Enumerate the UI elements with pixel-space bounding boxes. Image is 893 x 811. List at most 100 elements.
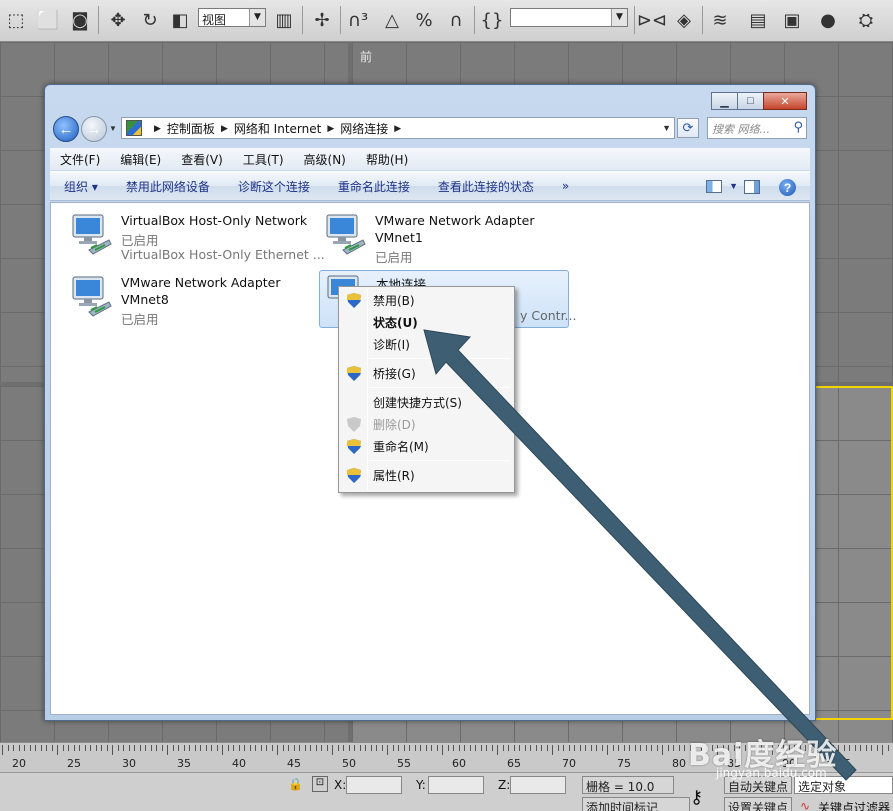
menu-item-disable[interactable]: 禁用(B) xyxy=(341,289,512,311)
crumb-network-connections[interactable]: 网络连接 xyxy=(340,120,388,137)
change-view-icon[interactable] xyxy=(706,180,722,193)
view-status-button[interactable]: 查看此连接的状态 xyxy=(424,178,548,195)
key-filter-button[interactable]: 关键点过滤器 xyxy=(818,799,890,811)
angle-snap-icon[interactable]: △ xyxy=(378,6,406,34)
crumb-arrow-icon[interactable]: ▶ xyxy=(394,123,401,134)
menu-item-label: 创建快捷方式(S) xyxy=(373,395,462,410)
connection-status: 已启用 xyxy=(375,250,413,265)
organize-button[interactable]: 组织 ▾ xyxy=(50,178,112,195)
crumb-arrow-icon[interactable]: ▶ xyxy=(154,123,161,134)
search-input[interactable]: 搜索 网络... ⚲ xyxy=(707,117,807,139)
percent-snap-icon[interactable]: % xyxy=(410,6,438,34)
menu-item-create-shortcut[interactable]: 创建快捷方式(S) xyxy=(341,391,512,413)
ruler-label: 80 xyxy=(672,757,686,770)
crumb-network-internet[interactable]: 网络和 Internet xyxy=(234,120,321,137)
forward-button[interactable]: → xyxy=(81,116,107,142)
set-key-button[interactable]: 设置关键点 xyxy=(724,797,792,811)
menu-item-bridge[interactable]: 桥接(G) xyxy=(341,362,512,384)
ruler-tick xyxy=(640,745,641,751)
connection-device: y Contr... xyxy=(520,308,577,323)
ruler-tick xyxy=(255,745,256,751)
rotate-icon[interactable]: ↻ xyxy=(136,6,164,34)
ruler-tick xyxy=(475,745,476,751)
snap-3d-icon[interactable]: ∩³ xyxy=(344,6,372,34)
select-icon[interactable]: ⬚ xyxy=(2,6,30,34)
crumb-control-panel[interactable]: 控制面板 xyxy=(167,120,215,137)
ruler-tick xyxy=(271,745,273,751)
z-coord-field[interactable] xyxy=(510,776,566,794)
crumb-arrow-icon[interactable]: ▶ xyxy=(221,123,228,134)
add-time-tag-button[interactable]: 添加时间标记 xyxy=(582,797,690,811)
scale-icon[interactable]: ◧ xyxy=(166,6,194,34)
pivot-icon[interactable]: ▥ xyxy=(270,6,298,34)
material-editor-icon[interactable]: ● xyxy=(814,6,842,34)
rename-connection-button[interactable]: 重命名此连接 xyxy=(324,178,424,195)
ruler-tick xyxy=(480,745,482,751)
recent-pages-dropdown[interactable]: ▼ xyxy=(109,124,117,133)
menu-help[interactable]: 帮助(H) xyxy=(356,151,418,168)
ruler-tick xyxy=(222,745,223,755)
key-icon[interactable]: ⚷ xyxy=(690,787,703,808)
ruler-tick xyxy=(189,745,190,751)
mirror-icon[interactable]: ⊳⊲ xyxy=(637,6,667,34)
view-dropdown-icon[interactable]: ▼ xyxy=(729,181,738,191)
menu-item-status[interactable]: 状态(U) xyxy=(341,311,512,333)
refresh-button[interactable]: ⟳ xyxy=(677,118,699,138)
connection-device: VirtualBox Host-Only Ethernet ... xyxy=(121,247,325,262)
ruler-tick xyxy=(574,745,575,751)
key-filter-icon: ∿ xyxy=(800,799,811,811)
ruler-tick xyxy=(134,745,135,751)
named-selection-icon[interactable]: {} xyxy=(478,6,506,34)
absolute-mode-icon[interactable]: ⊡ xyxy=(312,776,328,792)
address-dropdown-icon[interactable]: ▼ xyxy=(662,123,671,133)
menu-file[interactable]: 文件(F) xyxy=(50,151,110,168)
maximize-button[interactable]: □ xyxy=(737,92,764,110)
lock-icon[interactable]: 🔒 xyxy=(288,777,303,791)
address-bar[interactable]: ▶ 控制面板 ▶ 网络和 Internet ▶ 网络连接 ▶ ▼ xyxy=(121,117,675,139)
help-icon[interactable]: ? xyxy=(779,179,796,196)
menu-advanced[interactable]: 高级(N) xyxy=(294,151,356,168)
menu-edit[interactable]: 编辑(E) xyxy=(110,151,171,168)
minimize-button[interactable]: ▁ xyxy=(711,92,738,110)
named-selection-combo[interactable]: ▼ xyxy=(510,8,628,27)
menu-item-diagnose[interactable]: 诊断(I) xyxy=(341,333,512,355)
search-icon[interactable]: ⚲ xyxy=(793,120,803,135)
disable-device-button[interactable]: 禁用此网络设备 xyxy=(112,178,224,195)
ruler-tick xyxy=(194,745,196,751)
move-icon[interactable]: ✥ xyxy=(104,6,132,34)
x-label: X: xyxy=(334,778,347,792)
more-commands-button[interactable]: » xyxy=(548,179,583,193)
rect-select-icon[interactable]: ⬜ xyxy=(34,6,62,34)
y-coord-field[interactable] xyxy=(428,776,484,794)
spinner-snap-icon[interactable]: ∩ xyxy=(442,6,470,34)
close-button[interactable]: ✕ xyxy=(763,92,807,110)
ruler-tick xyxy=(656,745,658,751)
render-setup-icon[interactable]: ⛭ xyxy=(852,6,880,34)
manipulate-icon[interactable]: ✢ xyxy=(308,6,336,34)
menu-item-properties[interactable]: 属性(R) xyxy=(341,464,512,486)
menu-item-rename[interactable]: 重命名(M) xyxy=(341,435,512,457)
menu-tools[interactable]: 工具(T) xyxy=(233,151,294,168)
ruler-tick xyxy=(607,745,608,755)
preview-pane-icon[interactable] xyxy=(744,180,760,194)
window-crossing-icon[interactable]: ◙ xyxy=(66,6,94,34)
menu-view[interactable]: 查看(V) xyxy=(171,151,233,168)
ruler-tick xyxy=(458,745,460,751)
connection-item-vmnet8[interactable]: VMware Network Adapter VMnet8 已启用 xyxy=(65,272,315,330)
align-icon[interactable]: ◈ xyxy=(670,6,698,34)
reference-coord-combo[interactable]: 视图 ▼ xyxy=(198,8,266,27)
diagnose-connection-button[interactable]: 诊断这个连接 xyxy=(224,178,324,195)
crumb-arrow-icon[interactable]: ▶ xyxy=(327,123,334,134)
ruler-tick xyxy=(106,745,108,751)
ruler-tick xyxy=(645,745,647,751)
layer-icon[interactable]: ≋ xyxy=(706,6,734,34)
x-coord-field[interactable] xyxy=(346,776,402,794)
uac-shield-icon xyxy=(347,439,361,454)
ruler-tick xyxy=(887,745,889,751)
connection-item-vmnet1[interactable]: VMware Network Adapter VMnet1 已启用 xyxy=(319,210,569,268)
connection-item-virtualbox[interactable]: VirtualBox Host-Only Network 已启用 Virtual… xyxy=(65,210,325,268)
schematic-icon[interactable]: ▣ xyxy=(778,6,806,34)
back-button[interactable]: ← xyxy=(53,116,79,142)
uac-shield-icon xyxy=(347,293,361,308)
curve-editor-icon[interactable]: ▤ xyxy=(744,6,772,34)
